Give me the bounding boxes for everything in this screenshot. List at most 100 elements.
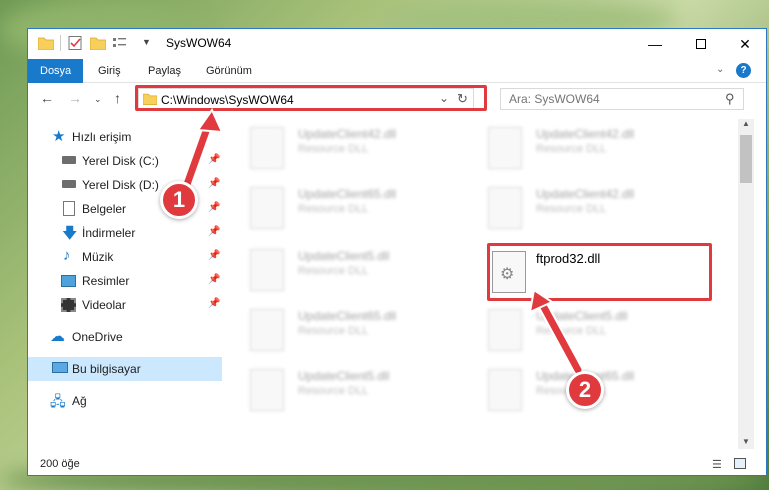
file-name: UpdateClient65.dll bbox=[298, 187, 397, 201]
file-name: UpdateClient5.dll bbox=[536, 309, 628, 323]
tab-view[interactable]: Görünüm bbox=[194, 59, 264, 83]
customize-quick-access-icon[interactable] bbox=[112, 36, 128, 50]
sidebar-item-network[interactable]: 🖧 Ağ bbox=[28, 389, 222, 413]
pin-icon: 📌 bbox=[208, 226, 221, 237]
file-type: Resource DLL bbox=[298, 385, 369, 397]
tab-home[interactable]: Giriş bbox=[86, 59, 133, 83]
sidebar-item-label: Videolar bbox=[82, 298, 126, 312]
star-icon: ★ bbox=[52, 128, 66, 145]
drive-icon bbox=[62, 156, 76, 164]
sidebar-item-label: Hızlı erişim bbox=[72, 130, 132, 144]
cloud-icon: ☁ bbox=[50, 328, 65, 345]
dll-file-icon bbox=[250, 369, 284, 411]
dll-file-icon bbox=[488, 187, 522, 229]
sidebar-item-downloads[interactable]: 🡇 İndirmeler 📌 bbox=[28, 221, 222, 245]
minimize-button[interactable]: — bbox=[632, 29, 678, 59]
file-item[interactable]: UpdateClient42.dll Resource DLL bbox=[488, 185, 718, 237]
pin-icon: 📌 bbox=[208, 178, 221, 189]
sidebar-item-quick-access[interactable]: ★ Hızlı erişim bbox=[28, 125, 222, 149]
file-item[interactable]: UpdateClient65.dll Resource DLL bbox=[250, 185, 480, 237]
dll-file-icon bbox=[250, 187, 284, 229]
scrollbar-thumb[interactable] bbox=[740, 135, 752, 183]
dll-file-icon bbox=[488, 369, 522, 411]
divider bbox=[60, 35, 61, 51]
help-icon[interactable]: ? bbox=[736, 63, 751, 78]
file-type: Resource DLL bbox=[536, 143, 607, 155]
step-2-badge: 2 bbox=[566, 371, 604, 409]
music-icon: ♪ bbox=[63, 247, 71, 264]
sidebar-item-label: Yerel Disk (C:) bbox=[82, 154, 159, 168]
sidebar-item-label: OneDrive bbox=[72, 330, 123, 344]
expand-ribbon-icon[interactable]: ⌄ bbox=[716, 64, 724, 75]
title-bar: ▼ SysWOW64 — ✕ bbox=[28, 29, 766, 59]
drive-icon bbox=[62, 180, 76, 188]
navigation-bar: ← → ⌄ ↑ C:\Windows\SysWOW64 ⌄ ↻ ⚲ bbox=[28, 85, 766, 114]
item-count: 200 öğe bbox=[40, 458, 80, 470]
file-item[interactable]: UpdateClient42.dll Resource DLL bbox=[488, 125, 718, 177]
pictures-icon bbox=[61, 275, 76, 287]
file-type: Resource DLL bbox=[298, 265, 369, 277]
search-icon[interactable]: ⚲ bbox=[725, 91, 735, 107]
dll-file-icon bbox=[488, 309, 522, 351]
file-item[interactable]: UpdateClient5.dll Resource DLL bbox=[250, 247, 480, 299]
scroll-down-icon[interactable]: ▼ bbox=[742, 437, 750, 446]
file-type: Resource DLL bbox=[298, 203, 369, 215]
details-view-icon[interactable]: ☰ bbox=[712, 458, 722, 471]
folder-icon bbox=[38, 37, 54, 50]
file-item[interactable]: UpdateClient42.dll Resource DLL bbox=[250, 125, 480, 177]
computer-icon bbox=[52, 362, 68, 373]
back-arrow-icon[interactable]: ← bbox=[40, 90, 54, 106]
sidebar-item-label: Bu bilgisayar bbox=[72, 362, 141, 376]
file-item[interactable]: UpdateClient5.dll Resource DLL bbox=[488, 307, 718, 359]
search-input[interactable] bbox=[509, 92, 709, 106]
file-name: UpdateClient42.dll bbox=[536, 187, 635, 201]
address-highlight-box bbox=[135, 85, 487, 111]
dropdown-arrow-icon[interactable]: ▼ bbox=[142, 37, 151, 47]
documents-icon bbox=[63, 201, 75, 216]
sidebar-item-label: Ağ bbox=[72, 394, 87, 408]
explorer-window: ▼ SysWOW64 — ✕ Dosya Giriş Paylaş Görünü… bbox=[27, 28, 767, 476]
file-type: Resource DLL bbox=[536, 203, 607, 215]
file-name: UpdateClient42.dll bbox=[298, 127, 397, 141]
forward-arrow-icon[interactable]: → bbox=[68, 90, 82, 106]
download-icon: 🡇 bbox=[62, 225, 78, 242]
file-item[interactable]: UpdateClient65.dll Resource DLL bbox=[250, 307, 480, 359]
up-arrow-icon[interactable]: ↑ bbox=[114, 90, 121, 106]
window-title: SysWOW64 bbox=[166, 36, 232, 50]
sidebar-item-onedrive[interactable]: ☁ OneDrive bbox=[28, 325, 222, 349]
sidebar-item-music[interactable]: ♪ Müzik 📌 bbox=[28, 245, 222, 269]
file-item[interactable]: UpdateClient5.dll Resource DLL bbox=[250, 367, 480, 419]
large-icons-view-icon[interactable] bbox=[734, 458, 746, 469]
tab-file[interactable]: Dosya bbox=[28, 59, 84, 83]
sidebar-item-videos[interactable]: Videolar 📌 bbox=[28, 293, 222, 317]
sidebar-item-label: İndirmeler bbox=[82, 226, 136, 240]
file-type: Resource DLL bbox=[536, 325, 607, 337]
ribbon: Dosya Giriş Paylaş Görünüm ⌄ ? bbox=[28, 59, 766, 83]
close-button[interactable]: ✕ bbox=[722, 29, 766, 59]
maximize-icon bbox=[696, 39, 706, 49]
sidebar-item-label: Müzik bbox=[82, 250, 114, 264]
tab-share[interactable]: Paylaş bbox=[136, 59, 193, 83]
scroll-up-icon[interactable]: ▲ bbox=[742, 119, 750, 128]
vertical-scrollbar[interactable]: ▲ ▼ bbox=[738, 119, 754, 449]
recent-locations-icon[interactable]: ⌄ bbox=[94, 94, 102, 105]
dll-file-icon bbox=[250, 309, 284, 351]
pin-icon: 📌 bbox=[208, 202, 221, 213]
properties-icon[interactable] bbox=[68, 36, 84, 50]
sidebar-item-label: Yerel Disk (D:) bbox=[82, 178, 159, 192]
dll-file-icon bbox=[488, 127, 522, 169]
sidebar-item-disk-c[interactable]: Yerel Disk (C:) 📌 bbox=[28, 149, 222, 173]
file-name: UpdateClient5.dll bbox=[298, 249, 390, 263]
new-folder-icon[interactable] bbox=[90, 36, 106, 50]
dll-file-icon bbox=[250, 127, 284, 169]
sidebar-item-pictures[interactable]: Resimler 📌 bbox=[28, 269, 222, 293]
file-name: UpdateClient5.dll bbox=[298, 369, 390, 383]
search-box[interactable]: ⚲ bbox=[500, 88, 744, 110]
pin-icon: 📌 bbox=[208, 298, 221, 309]
sidebar-item-this-pc[interactable]: Bu bilgisayar bbox=[28, 357, 222, 381]
pin-icon: 📌 bbox=[208, 154, 221, 165]
minimize-icon: — bbox=[648, 36, 662, 52]
maximize-button[interactable] bbox=[678, 29, 724, 59]
file-name: UpdateClient42.dll bbox=[536, 127, 635, 141]
pin-icon: 📌 bbox=[208, 274, 221, 285]
